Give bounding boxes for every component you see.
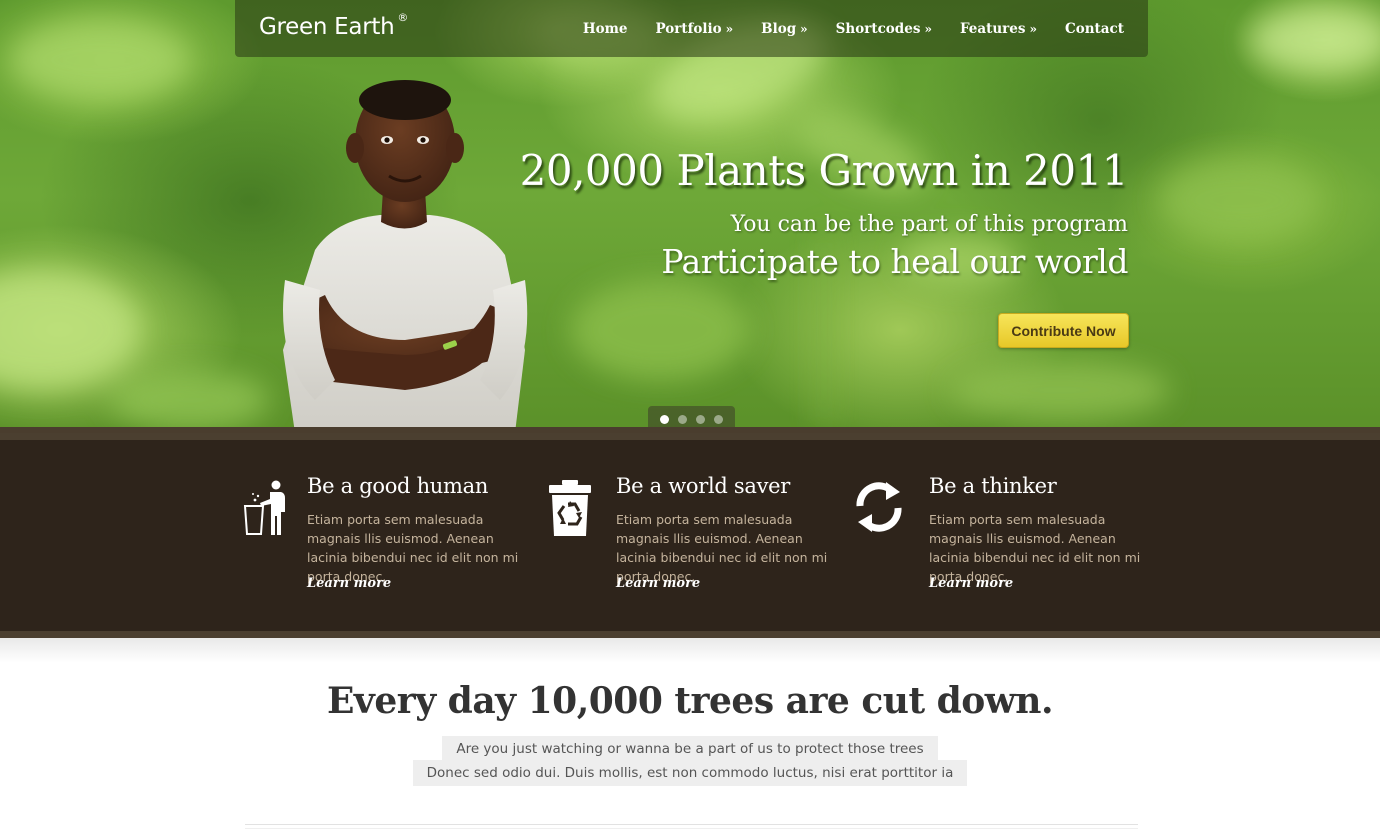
slide-dot-2[interactable] [678,415,687,424]
hero-slider: 20,000 Plants Grown in 2011 You can be t… [0,0,1380,433]
hero-title: 20,000 Plants Grown in 2011 [519,146,1129,195]
submenu-arrow-icon: » [1029,21,1037,36]
logo-text: Green Earth [259,14,395,40]
feature-text: Etiam porta sem malesuada magnais llis e… [929,512,1141,584]
nav-item-features[interactable]: Features» [960,21,1037,37]
main-nav: Home Portfolio» Blog» Shortcodes» Featur… [583,0,1148,57]
nav-item-blog[interactable]: Blog» [761,21,807,37]
feature-text: Etiam porta sem malesuada magnais llis e… [307,512,519,584]
slide-dot-4[interactable] [714,415,723,424]
site-logo[interactable]: Green Earth ® [259,11,409,40]
nav-item-label: Contact [1064,20,1124,37]
hero-child-image [283,80,528,433]
callout-line-2: Donec sed odio dui. Duis mollis, est non… [412,760,968,786]
section-divider [245,824,1138,829]
refresh-arrows-icon [856,482,902,532]
nav-item-label: Blog [761,20,797,37]
callout-headline: Every day 10,000 trees are cut down. [326,680,1054,722]
band-bottom-border [0,631,1380,638]
hero-subtitle: You can be the part of this program [730,212,1128,237]
nav-item-label: Features [959,20,1026,37]
nav-item-label: Shortcodes [835,20,921,37]
nav-item-contact[interactable]: Contact [1065,21,1124,37]
callout-line-2-row: Donec sed odio dui. Duis mollis, est non… [0,760,1380,786]
feature-title: Be a thinker [929,474,1057,498]
slide-dot-3[interactable] [696,415,705,424]
callout-line-1-row: Are you just watching or wanna be a part… [0,736,1380,762]
feature-text: Etiam porta sem malesuada magnais llis e… [616,512,828,584]
nav-item-label: Home [582,20,628,37]
leaf-background [0,10,1380,430]
top-navbar: Green Earth ® Home Portfolio» Blog» Short… [235,0,1148,57]
nav-item-shortcodes[interactable]: Shortcodes» [836,21,932,37]
section-shadow [0,638,1380,663]
band-top-border [0,433,1380,440]
learn-more-link[interactable]: Learn more [307,576,391,591]
feature-title: Be a good human [307,474,489,498]
slider-pagination [648,406,735,433]
contribute-now-button[interactable]: Contribute Now [998,313,1129,348]
callout-line-1: Are you just watching or wanna be a part… [442,736,938,762]
nav-item-home[interactable]: Home [583,21,628,37]
submenu-arrow-icon: » [800,21,808,36]
learn-more-link[interactable]: Learn more [616,576,700,591]
submenu-arrow-icon: » [725,21,734,36]
hero-tagline: Participate to heal our world [661,242,1128,281]
registered-mark: ® [397,11,409,25]
feature-title: Be a world saver [616,474,791,498]
recycle-bin-icon [549,480,591,536]
person-trash-icon [243,480,285,535]
nav-item-portfolio[interactable]: Portfolio» [655,21,733,37]
features-band: Be a good human Etiam porta sem malesuad… [0,433,1380,638]
nav-item-label: Portfolio [655,20,722,37]
submenu-arrow-icon: » [924,21,932,36]
slide-dot-1[interactable] [660,415,669,424]
learn-more-link[interactable]: Learn more [929,576,1013,591]
